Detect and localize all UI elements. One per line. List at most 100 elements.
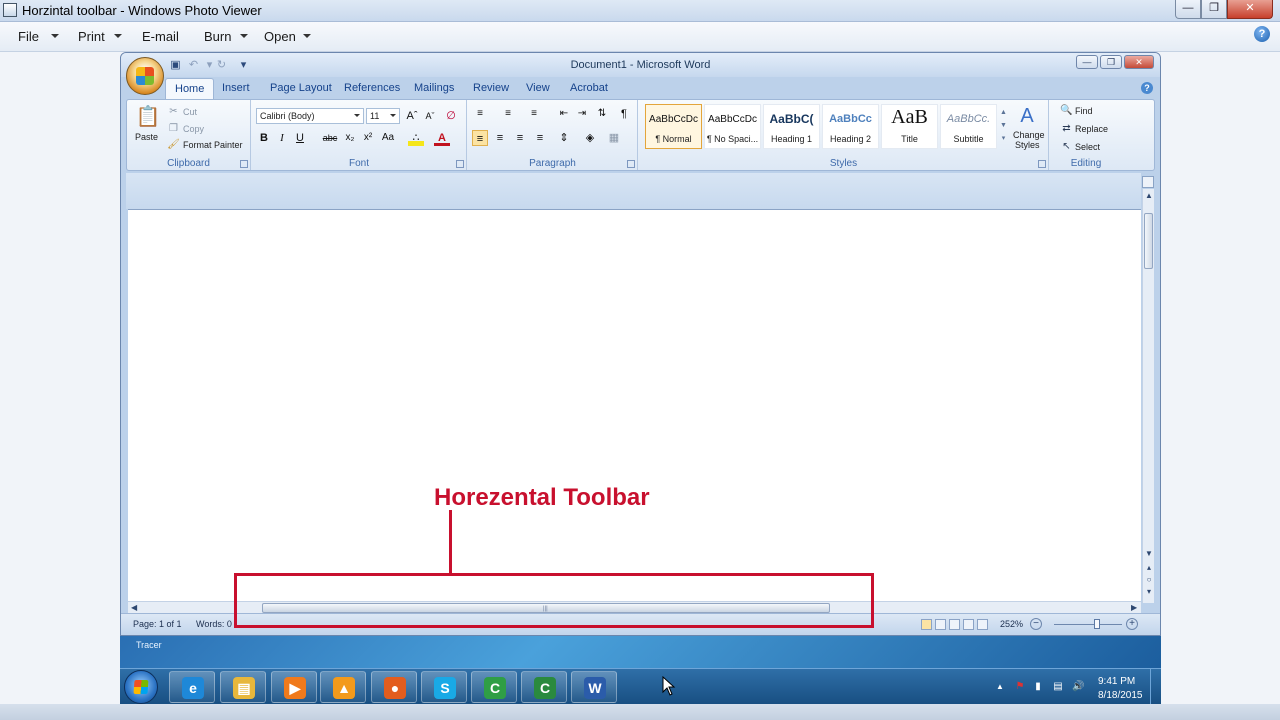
tab-insert[interactable]: Insert bbox=[222, 82, 250, 94]
find-button[interactable]: Find bbox=[1075, 106, 1093, 116]
clear-formatting-icon[interactable]: ∅ bbox=[443, 108, 459, 124]
word-close-button[interactable]: ✕ bbox=[1124, 55, 1154, 69]
menu-print[interactable]: Print bbox=[78, 29, 105, 44]
bold-icon[interactable]: B bbox=[256, 130, 272, 146]
italic-icon[interactable]: I bbox=[274, 130, 290, 146]
taskbar-app-skype[interactable]: S bbox=[421, 671, 467, 703]
align-left-icon[interactable]: ≡ bbox=[472, 130, 488, 146]
clock-date[interactable]: 8/18/2015 bbox=[1098, 690, 1143, 701]
file-chevron-down-icon[interactable] bbox=[51, 34, 59, 38]
replace-icon[interactable]: ⇄ bbox=[1060, 122, 1073, 135]
next-page-icon[interactable]: ▾ bbox=[1144, 587, 1154, 597]
font-launcher-icon[interactable] bbox=[456, 160, 464, 168]
multilevel-list-icon[interactable]: ≡ bbox=[526, 106, 542, 122]
burn-chevron-down-icon[interactable] bbox=[240, 34, 248, 38]
line-spacing-icon[interactable]: ⇕ bbox=[556, 130, 572, 146]
paste-icon[interactable]: 📋 bbox=[135, 104, 161, 130]
maximize-button[interactable]: ❐ bbox=[1201, 0, 1227, 19]
highlight-icon[interactable]: ∴ bbox=[408, 130, 424, 146]
network-icon[interactable]: ▤ bbox=[1052, 681, 1064, 693]
page-count[interactable]: Page: 1 of 1 bbox=[133, 619, 182, 629]
tab-mailings[interactable]: Mailings bbox=[414, 82, 454, 94]
select-icon[interactable]: ↖ bbox=[1060, 140, 1073, 153]
taskbar-app-camtasia[interactable]: C bbox=[471, 671, 517, 703]
strikethrough-icon[interactable]: abc bbox=[322, 130, 338, 146]
tab-view[interactable]: View bbox=[526, 82, 550, 94]
web-layout-icon[interactable] bbox=[949, 619, 960, 630]
style-title[interactable]: AaB Title bbox=[881, 104, 938, 149]
word-minimize-button[interactable]: — bbox=[1076, 55, 1098, 69]
outline-view-icon[interactable] bbox=[963, 619, 974, 630]
change-styles-label-2[interactable]: Styles bbox=[1015, 140, 1040, 150]
word-count[interactable]: Words: 0 bbox=[196, 619, 232, 629]
font-size-combo[interactable]: 11 bbox=[366, 108, 400, 124]
style-heading-2[interactable]: AaBbCc Heading 2 bbox=[822, 104, 879, 149]
close-button[interactable]: ✕ bbox=[1227, 0, 1273, 19]
taskbar-app-folder[interactable]: ▤ bbox=[220, 671, 266, 703]
taskbar-app-vlc[interactable]: ▲ bbox=[320, 671, 366, 703]
zoom-in-icon[interactable]: + bbox=[1126, 618, 1138, 630]
font-name-combo[interactable]: Calibri (Body) bbox=[256, 108, 364, 124]
sort-icon[interactable]: ⇅ bbox=[594, 106, 610, 122]
tab-page-layout[interactable]: Page Layout bbox=[270, 82, 332, 94]
tab-references[interactable]: References bbox=[344, 82, 400, 94]
show-desktop-button[interactable] bbox=[1150, 669, 1160, 705]
show-hidden-icons-icon[interactable]: ▲ bbox=[994, 681, 1006, 693]
ribbon-help-icon[interactable]: ? bbox=[1141, 82, 1153, 94]
scroll-right-icon[interactable]: ▶ bbox=[1131, 603, 1137, 613]
align-center-icon[interactable]: ≡ bbox=[492, 130, 508, 146]
minimize-button[interactable]: — bbox=[1175, 0, 1201, 19]
paragraph-launcher-icon[interactable] bbox=[627, 160, 635, 168]
show-formatting-icon[interactable]: ¶ bbox=[616, 106, 632, 122]
print-layout-view-icon[interactable] bbox=[921, 619, 932, 630]
taskbar-app-internet-explorer[interactable]: e bbox=[169, 671, 215, 703]
previous-page-icon[interactable]: ▴ bbox=[1144, 563, 1154, 573]
format-painter-icon[interactable]: 🖌 bbox=[167, 138, 180, 151]
taskbar-app-firefox[interactable]: ● bbox=[371, 671, 417, 703]
clock-time[interactable]: 9:41 PM bbox=[1098, 676, 1135, 687]
select-button[interactable]: Select bbox=[1075, 142, 1100, 152]
view-ruler-button[interactable] bbox=[1142, 176, 1154, 188]
style-no-spacing[interactable]: AaBbCcDc ¶ No Spaci... bbox=[704, 104, 761, 149]
word-restore-button[interactable]: ❐ bbox=[1100, 55, 1122, 69]
office-button[interactable] bbox=[126, 57, 164, 95]
zoom-out-icon[interactable]: − bbox=[1030, 618, 1042, 630]
font-color-icon[interactable]: A bbox=[434, 130, 450, 146]
taskbar-app-camtasia-recorder[interactable]: C bbox=[521, 671, 567, 703]
select-browse-object-icon[interactable]: ○ bbox=[1144, 575, 1154, 585]
style-subtitle[interactable]: AaBbCc. Subtitle bbox=[940, 104, 997, 149]
numbering-icon[interactable]: ≡ bbox=[500, 106, 516, 122]
copy-icon[interactable]: ❐ bbox=[167, 122, 180, 135]
taskbar-app-media-player[interactable]: ▶ bbox=[271, 671, 317, 703]
document-page[interactable] bbox=[128, 209, 1141, 601]
scroll-down-icon[interactable]: ▼ bbox=[1144, 549, 1154, 559]
font-name-dropdown-icon[interactable] bbox=[354, 114, 360, 117]
help-icon[interactable]: ? bbox=[1254, 26, 1270, 42]
style-heading-1[interactable]: AaBbC( Heading 1 bbox=[763, 104, 820, 149]
menu-burn[interactable]: Burn bbox=[204, 29, 231, 44]
tab-review[interactable]: Review bbox=[473, 82, 509, 94]
volume-icon[interactable]: 🔊 bbox=[1072, 681, 1084, 693]
shading-icon[interactable]: ◈ bbox=[582, 130, 598, 146]
underline-icon[interactable]: U bbox=[292, 130, 308, 146]
vertical-scrollbar[interactable]: ▲ ▼ ▴ ○ ▾ bbox=[1142, 189, 1154, 603]
menu-email[interactable]: E-mail bbox=[142, 29, 179, 44]
zoom-slider-track[interactable] bbox=[1054, 624, 1122, 625]
draft-view-icon[interactable] bbox=[977, 619, 988, 630]
grow-font-icon[interactable]: Aˆ bbox=[404, 108, 420, 124]
change-styles-icon[interactable]: A bbox=[1015, 104, 1039, 128]
vertical-scroll-thumb[interactable] bbox=[1144, 213, 1153, 269]
decrease-indent-icon[interactable]: ⇤ bbox=[556, 106, 572, 122]
tab-home[interactable]: Home bbox=[165, 78, 215, 99]
find-icon[interactable]: 🔍 bbox=[1060, 104, 1073, 117]
taskbar-app-word[interactable]: W bbox=[571, 671, 617, 703]
paste-button[interactable]: Paste bbox=[135, 132, 158, 142]
clipboard-launcher-icon[interactable] bbox=[240, 160, 248, 168]
subscript-icon[interactable]: x₂ bbox=[342, 130, 358, 146]
superscript-icon[interactable]: x² bbox=[360, 130, 376, 146]
power-icon[interactable]: ▮ bbox=[1032, 681, 1044, 693]
font-size-dropdown-icon[interactable] bbox=[390, 114, 396, 117]
change-styles-label-1[interactable]: Change bbox=[1013, 130, 1045, 140]
copy-button[interactable]: Copy bbox=[183, 124, 204, 134]
full-screen-reading-icon[interactable] bbox=[935, 619, 946, 630]
